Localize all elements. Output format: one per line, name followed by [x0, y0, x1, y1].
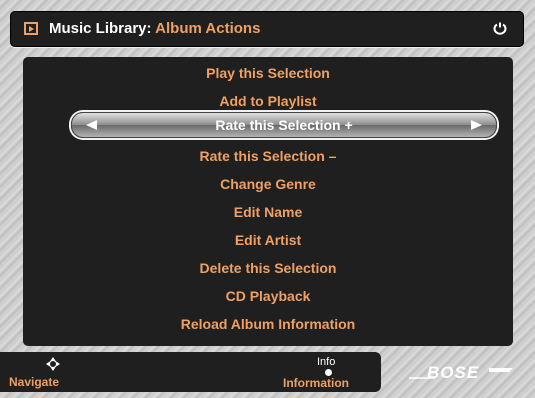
menu-item-delete-selection[interactable]: Delete this Selection — [23, 258, 513, 278]
bose-logo: BOSE — [409, 363, 513, 382]
selected-item-label: Rate this Selection + — [215, 117, 353, 133]
menu-item-change-genre[interactable]: Change Genre — [23, 174, 513, 194]
footer-bar: Navigate Info Information — [0, 352, 381, 392]
menu-item-play-selection[interactable]: Play this Selection — [23, 63, 513, 83]
menu-item-rate-minus[interactable]: Rate this Selection – — [23, 146, 513, 166]
page-title: Music Library: Album Actions — [49, 20, 260, 37]
header-bar: Music Library: Album Actions — [10, 11, 524, 47]
menu-item-rate-plus-selected[interactable]: Rate this Selection + — [71, 112, 497, 138]
bose-logo-text: BOSE — [427, 363, 479, 382]
menu-item-add-to-playlist[interactable]: Add to Playlist — [23, 91, 513, 111]
menu-item-cd-playback[interactable]: CD Playback — [23, 286, 513, 306]
menu-item-edit-artist[interactable]: Edit Artist — [23, 230, 513, 250]
info-dot-icon — [325, 369, 332, 376]
information-label[interactable]: Information — [283, 376, 349, 390]
menu-item-edit-name[interactable]: Edit Name — [23, 202, 513, 222]
menu-item-reload-album-info[interactable]: Reload Album Information — [23, 314, 513, 334]
header-subtitle: Album Actions — [155, 20, 261, 37]
navigate-label: Navigate — [9, 375, 60, 389]
header-title: Music Library: — [49, 20, 152, 37]
power-icon[interactable] — [492, 22, 508, 36]
navigate-icon — [46, 357, 60, 371]
play-box-icon — [24, 22, 38, 35]
info-label: Info — [317, 356, 336, 368]
arrow-right-icon[interactable] — [471, 120, 482, 130]
menu-panel: Play this Selection Add to Playlist Rate… — [23, 57, 513, 346]
